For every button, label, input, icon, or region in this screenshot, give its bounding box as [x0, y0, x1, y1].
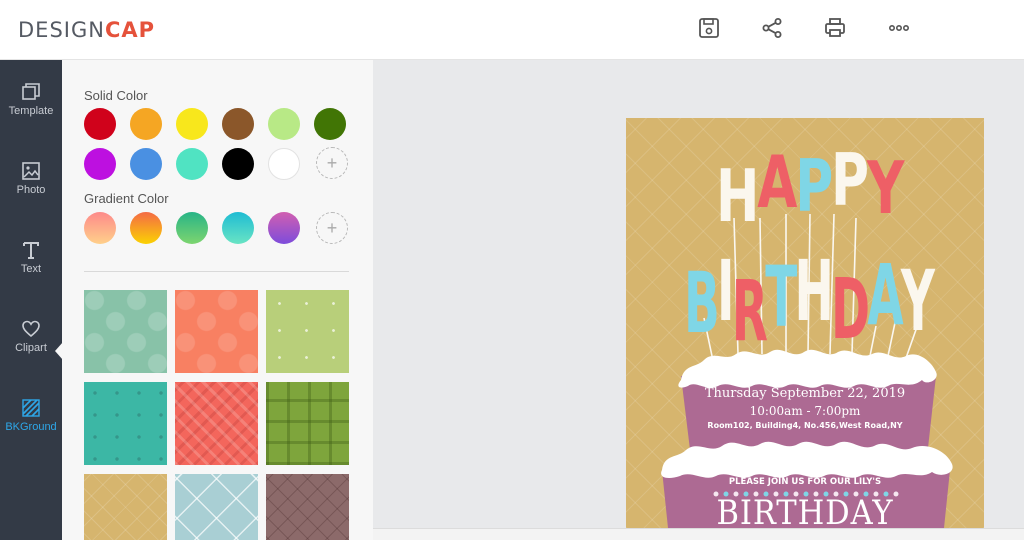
- birthday-title: BIRTHDAY: [684, 242, 935, 360]
- title-letter: Y: [866, 146, 905, 230]
- pattern-tile-mint-dots[interactable]: [84, 290, 167, 373]
- add-solid-color-button[interactable]: +: [316, 147, 348, 179]
- event-address: Room102, Building4, No.456,West Road,NY: [707, 421, 903, 430]
- title-letter: Y: [900, 252, 935, 350]
- gradient-color-title: Gradient Color: [84, 191, 169, 206]
- nav-item-photo[interactable]: Photo: [0, 161, 62, 233]
- nav-label-template: Template: [8, 105, 54, 117]
- heart-icon: [22, 320, 40, 338]
- solid-color-swatch[interactable]: [222, 108, 254, 140]
- title-letter: B: [684, 254, 720, 352]
- background-icon: [22, 399, 40, 417]
- horizontal-scrollbar[interactable]: [373, 528, 1024, 540]
- solid-color-swatch[interactable]: [84, 148, 116, 180]
- logo-text-design: DESIGN: [18, 18, 105, 42]
- pattern-tile-green-plaid[interactable]: [266, 382, 349, 465]
- pattern-tile-green-sparkle[interactable]: [266, 290, 349, 373]
- top-bar: DESIGNCAP: [0, 0, 1024, 60]
- gradient-color-swatch[interactable]: [176, 212, 208, 244]
- solid-color-swatch[interactable]: [222, 148, 254, 180]
- title-letter: D: [831, 260, 870, 358]
- title-letter: T: [765, 248, 797, 346]
- text-icon: [23, 242, 39, 259]
- more-icon: [888, 25, 909, 32]
- solid-color-swatch[interactable]: [268, 148, 300, 180]
- pattern-tile-red-weave[interactable]: [175, 382, 258, 465]
- save-button[interactable]: [694, 14, 724, 42]
- title-letter: H: [794, 242, 833, 340]
- designcap-app: DESIGNCAP Template Photo Text Clipart BK…: [0, 0, 1024, 540]
- pattern-tile-blue-diamond[interactable]: [175, 474, 258, 540]
- save-icon: [699, 18, 719, 38]
- title-letter: P: [831, 138, 869, 222]
- nav-item-template[interactable]: Template: [0, 82, 62, 154]
- gradient-color-swatch[interactable]: [84, 212, 116, 244]
- title-letter: R: [731, 262, 768, 360]
- nav-label-bkground: BKGround: [5, 421, 57, 433]
- title-letter: I: [717, 242, 735, 340]
- solid-color-swatch[interactable]: [130, 148, 162, 180]
- solid-color-title: Solid Color: [84, 88, 148, 103]
- gradient-color-swatch[interactable]: [222, 212, 254, 244]
- solid-color-swatch[interactable]: [84, 108, 116, 140]
- pattern-tile-gold-lattice[interactable]: [84, 474, 167, 540]
- gradient-color-swatch[interactable]: [130, 212, 162, 244]
- pattern-tile-teal-dots[interactable]: [84, 382, 167, 465]
- add-gradient-color-button[interactable]: +: [316, 212, 348, 244]
- nav-label-photo: Photo: [16, 184, 46, 196]
- title-letter: P: [795, 144, 833, 228]
- print-icon: [825, 18, 845, 37]
- panel-divider: [84, 271, 349, 272]
- logo[interactable]: DESIGNCAP: [18, 18, 155, 42]
- solid-color-swatch[interactable]: [314, 108, 346, 140]
- happy-title: HAPPY: [716, 138, 905, 238]
- title-letter: H: [716, 154, 759, 238]
- share-icon: [762, 18, 782, 38]
- nav-item-bkground[interactable]: BKGround: [0, 398, 62, 470]
- photo-icon: [22, 162, 40, 180]
- left-nav: Template Photo Text Clipart BKGround: [0, 60, 62, 540]
- birthday-letters: BIRTHDAY: [684, 242, 935, 360]
- more-button[interactable]: [884, 14, 914, 42]
- background-panel: Solid Color + Gradient Color +: [62, 60, 373, 540]
- solid-color-swatch[interactable]: [130, 108, 162, 140]
- nav-label-text: Text: [20, 263, 42, 275]
- solid-color-swatch[interactable]: [268, 108, 300, 140]
- template-icon: [22, 83, 40, 100]
- birthday-bottom-title: BIRTHDAY: [716, 493, 894, 528]
- logo-text-cap: CAP: [104, 18, 156, 42]
- print-button[interactable]: [820, 14, 850, 42]
- pattern-tile-mauve-lattice[interactable]: [266, 474, 349, 540]
- happy-letters: HAPPY: [716, 138, 905, 238]
- nav-item-text[interactable]: Text: [0, 240, 62, 312]
- nav-label-clipart: Clipart: [15, 342, 47, 354]
- gradient-color-swatch[interactable]: [268, 212, 300, 244]
- solid-color-swatch[interactable]: [176, 108, 208, 140]
- event-date: Thursday September 22, 2019: [704, 386, 906, 401]
- nav-item-clipart[interactable]: Clipart: [0, 319, 62, 391]
- pattern-tile-coral-dots[interactable]: [175, 290, 258, 373]
- solid-color-swatch[interactable]: [176, 148, 208, 180]
- event-time: 10:00am - 7:00pm: [749, 404, 861, 418]
- title-letter: A: [867, 246, 903, 344]
- title-letter: A: [757, 140, 797, 224]
- share-button[interactable]: [757, 14, 787, 42]
- invite-text: PLEASE JOIN US FOR OUR LILY'S: [728, 477, 882, 487]
- design-canvas[interactable]: HAPPY BIRTHDAY Thursday September 22, 20…: [626, 118, 984, 528]
